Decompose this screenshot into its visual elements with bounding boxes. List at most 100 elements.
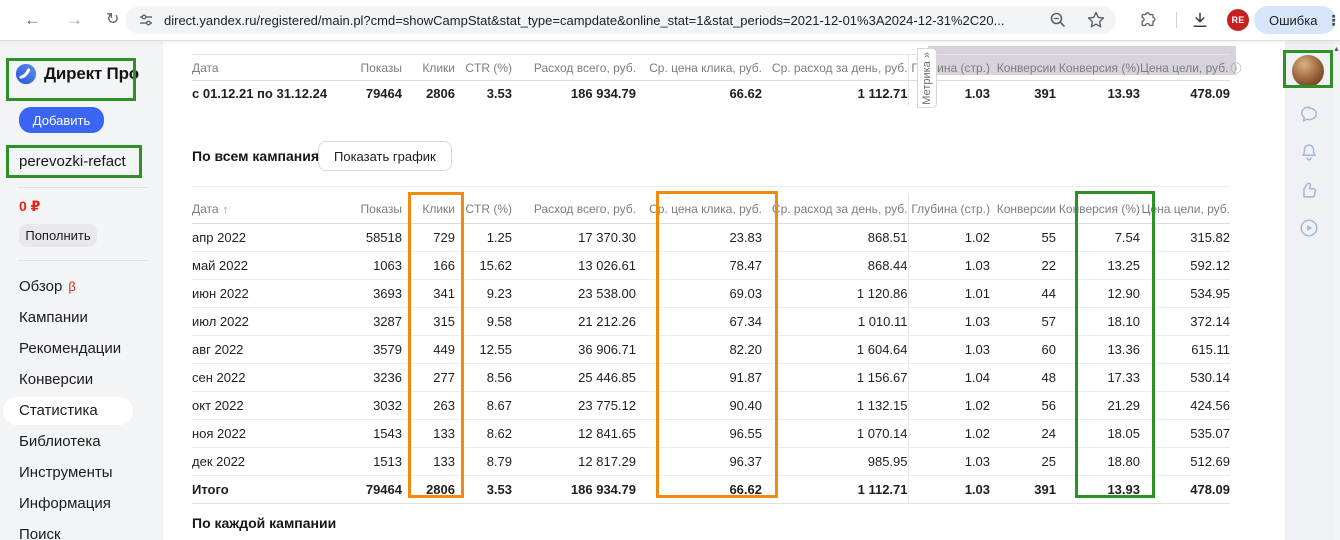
cell: 478.09	[1190, 86, 1230, 101]
bookmark-star-icon[interactable]	[1086, 10, 1106, 30]
cell: 3.53	[486, 86, 512, 101]
cell: 1 112.71	[762, 475, 908, 504]
sidebar-divider	[18, 260, 147, 261]
cell: 1.03	[907, 251, 990, 280]
cell: 1.03	[907, 475, 990, 504]
browser-menu-icon[interactable]: ⋮	[1326, 12, 1340, 29]
cell: 12 841.65	[512, 419, 636, 448]
column-header-8[interactable]: Конверсии	[990, 195, 1056, 224]
sidebar-item-4[interactable]: Статистика	[3, 396, 133, 425]
profile-badge[interactable]: RE	[1227, 9, 1249, 31]
extensions-icon[interactable]	[1138, 10, 1158, 30]
cell: 25 446.85	[512, 363, 636, 392]
browser-toolbar: ← → ↻ direct.yandex.ru/registered/main.p…	[0, 0, 1340, 41]
annotation-logo-box	[6, 58, 136, 101]
address-bar[interactable]: direct.yandex.ru/registered/main.pl?cmd=…	[126, 6, 1116, 34]
summary-table: Дата Показы Клики CTR (%) Расход всего, руб.…	[192, 54, 1241, 106]
cell: 56	[990, 391, 1056, 420]
metrika-tab[interactable]: Метрика »	[917, 48, 937, 108]
column-header-1[interactable]: Показы	[300, 195, 402, 224]
download-icon[interactable]	[1190, 10, 1210, 30]
sidebar-item-5[interactable]: Библиотека	[0, 426, 163, 457]
cell: 21 212.26	[512, 307, 636, 336]
sidebar-item-label: Статистика	[19, 402, 98, 419]
sidebar-item-3[interactable]: Конверсии	[0, 364, 163, 395]
play-video-icon[interactable]	[1298, 217, 1320, 239]
cell: 1 112.71	[857, 86, 908, 101]
cell: 186 934.79	[570, 86, 636, 101]
zoom-icon[interactable]	[1048, 10, 1068, 30]
cell: 17 370.30	[512, 223, 636, 252]
sidebar-item-label: Библиотека	[19, 433, 101, 450]
chat-icon[interactable]	[1298, 103, 1320, 125]
sidebar-item-8[interactable]: Поиск	[0, 519, 163, 540]
sidebar-item-0[interactable]: Обзор β	[0, 271, 163, 302]
column-header-1[interactable]: Показы	[300, 54, 402, 81]
cell: 1.02	[907, 419, 990, 448]
column-header-9[interactable]: Конверсия (%)	[1056, 54, 1140, 81]
cell: 57	[990, 307, 1056, 336]
column-header-6[interactable]: Ср. расход за день, руб.	[762, 195, 908, 224]
sidebar-item-6[interactable]: Инструменты	[0, 457, 163, 488]
annotation-conversion-rate-column-box	[1075, 191, 1155, 498]
cell: 13 026.61	[512, 251, 636, 280]
profile-chip[interactable]: Ошибка ⋮	[1254, 6, 1340, 34]
cell: 1543	[300, 419, 402, 448]
column-header-4[interactable]: Расход всего, руб.	[512, 195, 636, 224]
cell: 1.04	[907, 363, 990, 392]
cell: 3693	[300, 279, 402, 308]
browser-reload-icon[interactable]: ↻	[106, 9, 119, 31]
topup-button[interactable]: Пополнить	[19, 224, 97, 247]
site-settings-icon[interactable]	[138, 12, 154, 28]
cell: 13.93	[1107, 86, 1140, 101]
column-header-4[interactable]: Расход всего, руб.	[512, 54, 636, 81]
info-icon[interactable]: ⓘ	[1230, 63, 1241, 75]
sidebar-item-label: Рекомендации	[19, 340, 122, 357]
cell: 391	[1034, 86, 1056, 101]
sidebar-item-1[interactable]: Кампании	[0, 302, 163, 333]
row-label: дек 2022	[192, 447, 300, 476]
cell: 1 120.86	[762, 279, 908, 308]
cell: 1.03	[907, 335, 990, 364]
column-header-8[interactable]: Конверсии	[990, 54, 1056, 81]
yandex-direct-statistics-page: ← → ↻ direct.yandex.ru/registered/main.p…	[0, 0, 1340, 540]
sidebar-item-2[interactable]: Рекомендации	[0, 333, 163, 364]
cell: 3236	[300, 363, 402, 392]
column-header-0[interactable]: Дата ↑	[192, 195, 300, 224]
cell: 1 132.15	[762, 391, 908, 420]
column-header-10[interactable]: Цена цели, руб. ⓘ	[1140, 54, 1241, 81]
column-header-3[interactable]: CTR (%)	[455, 54, 512, 81]
cell: 3287	[300, 307, 402, 336]
sidebar-item-label: Кампании	[19, 309, 88, 326]
balance-amount: 0 ₽	[19, 198, 41, 214]
column-header-7[interactable]: Глубина (стр.)	[907, 195, 990, 224]
page-scrollbar[interactable]: ▲	[1333, 41, 1340, 540]
metrika-tab-label: Метрика »	[921, 51, 933, 105]
left-sidebar: Директ Про Добавить perevozki-refact 0 ₽…	[0, 41, 163, 540]
table-row: с 01.12.21 по 31.12.24 79464 2806 3.53 186 9…	[192, 80, 1230, 106]
cell: 1.02	[907, 391, 990, 420]
sidebar-item-label: Инструменты	[19, 464, 113, 481]
cell: 23 538.00	[512, 279, 636, 308]
cell: 1.01	[907, 279, 990, 308]
browser-forward-icon[interactable]: →	[66, 9, 83, 31]
cell: 79464	[300, 475, 402, 504]
each-campaign-title: По каждой кампании	[192, 515, 337, 531]
show-chart-button[interactable]: Показать график	[318, 141, 452, 171]
column-header-2[interactable]: Клики	[402, 54, 455, 81]
scrollbar-up-icon[interactable]: ▲	[1333, 46, 1340, 53]
sidebar-item-7[interactable]: Информация	[0, 488, 163, 519]
column-header-5[interactable]: Ср. цена клика, руб.	[636, 54, 762, 81]
row-label: Итого	[192, 475, 300, 504]
notifications-bell-icon[interactable]	[1298, 141, 1320, 163]
column-header-6[interactable]: Ср. расход за день, руб.	[762, 54, 908, 81]
cell: 1513	[300, 447, 402, 476]
column-header-0[interactable]: Дата	[192, 54, 300, 81]
thumbs-up-icon[interactable]	[1298, 179, 1320, 201]
sidebar-item-label: Информация	[19, 495, 111, 512]
add-button[interactable]: Добавить	[19, 107, 104, 133]
cell: 1.03	[907, 307, 990, 336]
row-label: июл 2022	[192, 307, 300, 336]
cell: 391	[990, 475, 1056, 504]
browser-back-icon[interactable]: ←	[24, 9, 41, 31]
